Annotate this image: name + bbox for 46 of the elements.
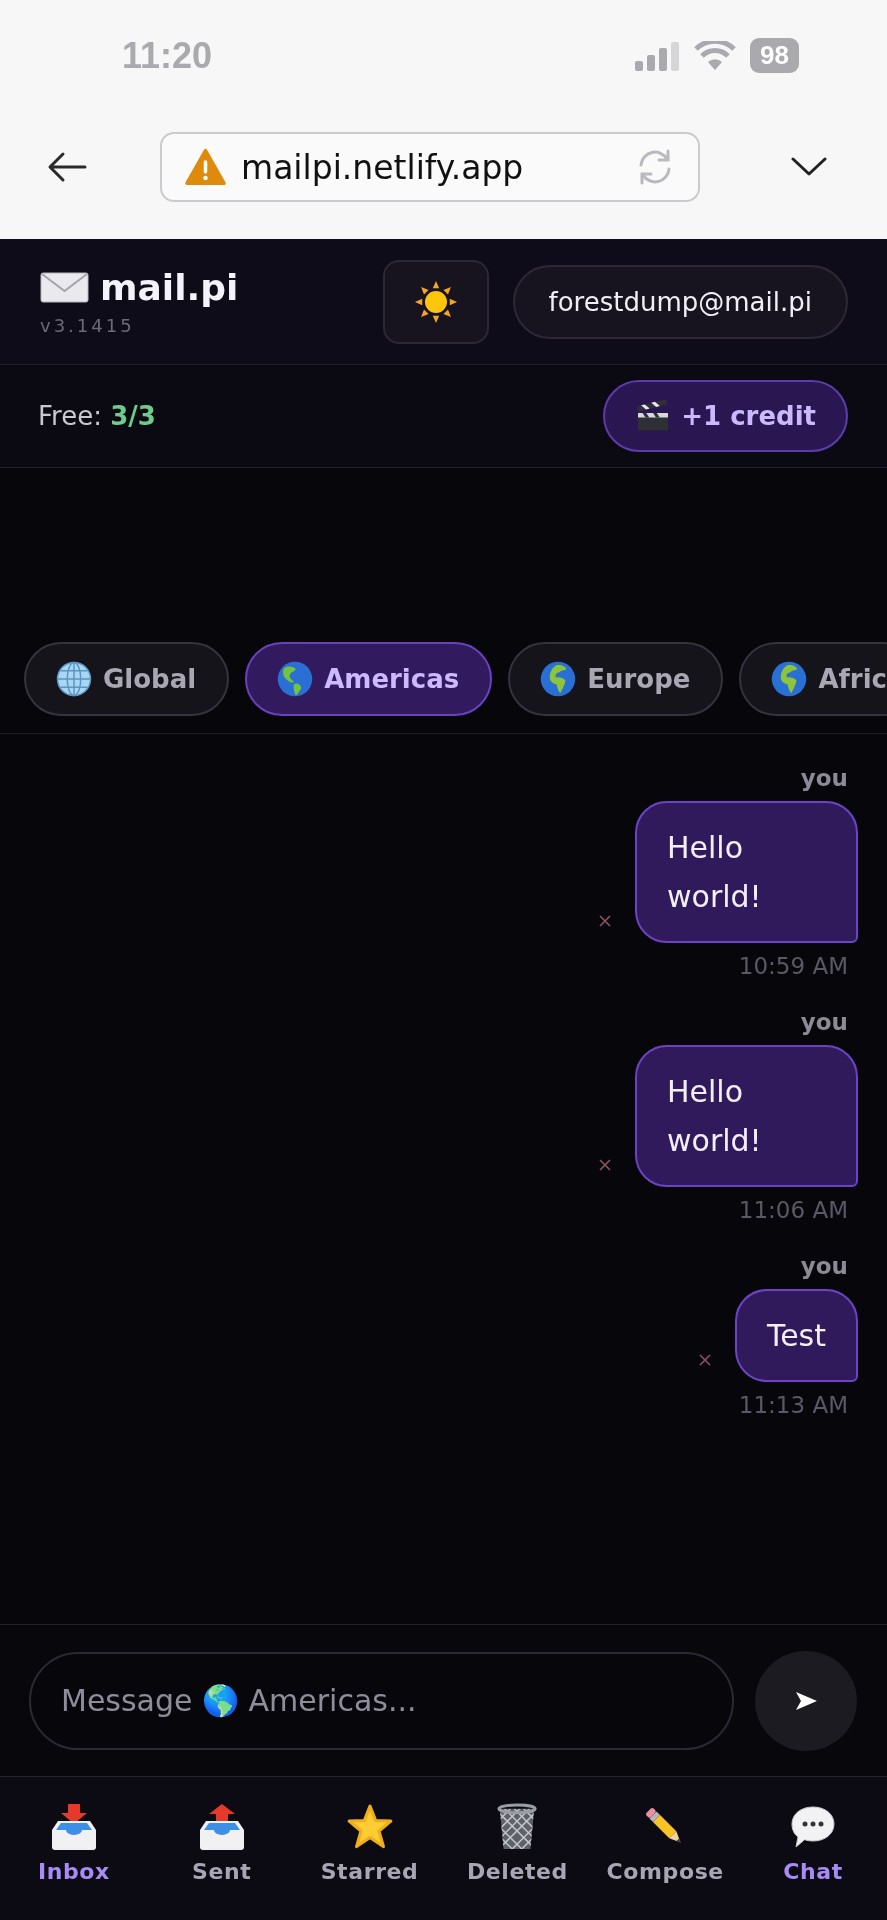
message-time: 11:13 AM (738, 1391, 849, 1419)
message-sender: you (800, 1008, 849, 1036)
nav-item[interactable]: Inbox (37, 1803, 110, 1885)
account-button[interactable]: forestdump@mail.pi (512, 264, 848, 339)
globe-icon (56, 661, 92, 697)
globe-icon (277, 661, 314, 697)
address-bar[interactable]: mailpi.netlify.app (160, 132, 700, 202)
region-tab[interactable]: Europe (508, 642, 724, 716)
message-sender: you (800, 764, 849, 792)
status-time: 11:20 (122, 34, 213, 77)
theme-toggle-button[interactable] (382, 259, 489, 344)
region-tab[interactable]: Americas (245, 642, 493, 716)
globe-icon (540, 661, 577, 697)
nav-item[interactable]: Deleted (466, 1803, 568, 1885)
message-bubble: Hello world! (635, 1045, 858, 1187)
chevron-down-icon[interactable] (791, 157, 827, 177)
message-sender: you (800, 1252, 849, 1280)
nav-item[interactable]: Compose (606, 1803, 724, 1885)
globe-icon (771, 661, 808, 697)
region-tab[interactable]: Global (24, 642, 230, 716)
message-bubble: Test (734, 1289, 858, 1382)
envelope-icon (40, 272, 89, 303)
close-icon[interactable] (599, 1159, 611, 1171)
message-time: 11:06 AM (738, 1196, 849, 1224)
wastebasket-icon (495, 1803, 540, 1851)
back-icon[interactable] (47, 151, 87, 183)
message-input[interactable]: Message 🌎 Americas... (29, 1651, 734, 1750)
app-name: mail.pi (100, 266, 239, 309)
url-text: mailpi.netlify.app (241, 147, 524, 187)
speech-bubble-icon (789, 1803, 838, 1851)
credit-button[interactable]: +1 credit (603, 380, 848, 452)
signal-icon (634, 40, 681, 71)
battery-level: 98 (750, 38, 799, 73)
wifi-icon (694, 40, 737, 71)
close-icon[interactable] (599, 915, 611, 927)
version-text: v3.1415 (40, 314, 136, 337)
region-tab[interactable]: Afric (739, 642, 887, 716)
warning-icon (184, 148, 227, 186)
nav-item[interactable]: Starred (320, 1803, 419, 1885)
sun-icon (413, 279, 458, 324)
nav-item[interactable]: Sent (192, 1803, 252, 1885)
close-icon[interactable] (698, 1354, 711, 1366)
message-time: 10:59 AM (738, 952, 849, 980)
free-quota-text: Free: 3/3 (38, 401, 156, 431)
nav-item[interactable]: Chat (783, 1803, 843, 1885)
message-bubble: Hello world! (635, 801, 858, 943)
